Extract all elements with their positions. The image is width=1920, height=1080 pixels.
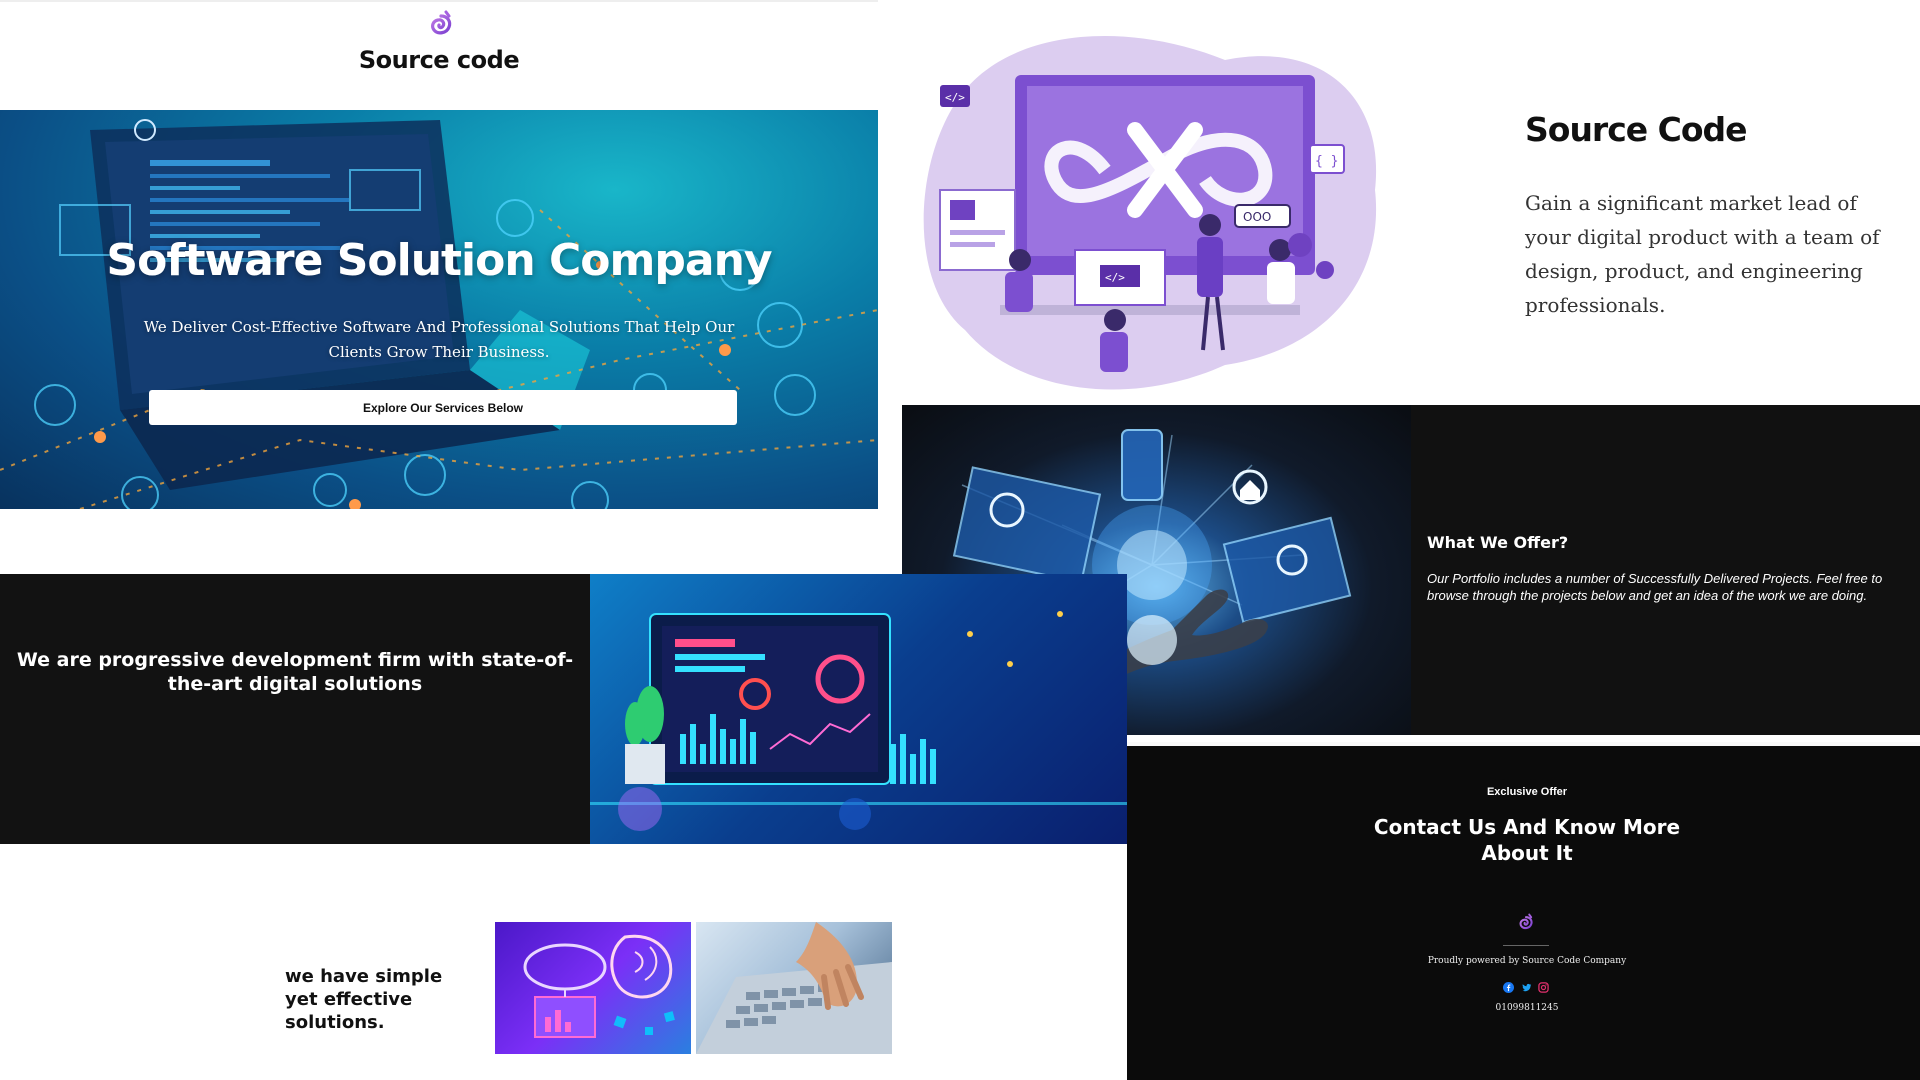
hero-background-illustration — [0, 119, 878, 509]
svg-text:</>: </> — [1105, 271, 1125, 284]
source-code-description: Gain a significant market lead of your d… — [1525, 191, 1880, 317]
powered-by-text: Proudly powered by Source Code Company — [1427, 956, 1627, 966]
facebook-icon[interactable] — [1503, 981, 1514, 993]
team-coding-illustration: </> { } </> OOO — [905, 20, 1395, 405]
footer-divider — [1503, 945, 1549, 946]
explore-services-button[interactable]: Explore Our Services Below — [149, 390, 737, 425]
hero-title: Software Solution Company — [106, 235, 772, 286]
source-code-heading: Source Code — [1525, 110, 1748, 149]
twitter-icon[interactable] — [1521, 982, 1532, 993]
spiral-logo-icon[interactable] — [424, 8, 458, 42]
exclusive-offer-label: Exclusive Offer — [1486, 786, 1568, 798]
social-links — [1503, 981, 1549, 993]
offer-description: Our Portfolio includes a number of Succe… — [1427, 571, 1883, 603]
hero-section: Software Solution Company We Deliver Cos… — [0, 110, 878, 509]
simple-solutions-heading: we have simple yet effective solutions. — [285, 966, 443, 1033]
spiral-logo-icon[interactable] — [1515, 912, 1537, 934]
progressive-heading: We are progressive development firm with… — [16, 649, 574, 695]
phone-number[interactable]: 01099811245 — [1127, 1003, 1920, 1013]
svg-text:OOO: OOO — [1243, 210, 1271, 224]
progressive-panel: We are progressive development firm with… — [0, 574, 590, 844]
site-header: Source code — [0, 0, 878, 110]
cloud-brain-image — [495, 922, 691, 1054]
keyboard-typing-image — [696, 922, 892, 1054]
svg-text:</>: </> — [945, 91, 965, 104]
hero-subtitle: We Deliver Cost-Effective Software And P… — [143, 318, 735, 361]
brand-name[interactable]: Source code — [0, 46, 878, 74]
exclusive-offer-section: Exclusive Offer Contact Us And Know More… — [1127, 742, 1920, 1080]
contact-heading: Contact Us And Know More About It — [1373, 815, 1681, 865]
what-we-offer-panel: What We Offer? Our Portfolio includes a … — [1411, 405, 1920, 735]
offer-heading: What We Offer? — [1427, 533, 1569, 552]
svg-text:{ }: { } — [1315, 154, 1338, 169]
instagram-icon[interactable] — [1538, 981, 1549, 993]
dashboard-illustration — [590, 574, 1127, 844]
